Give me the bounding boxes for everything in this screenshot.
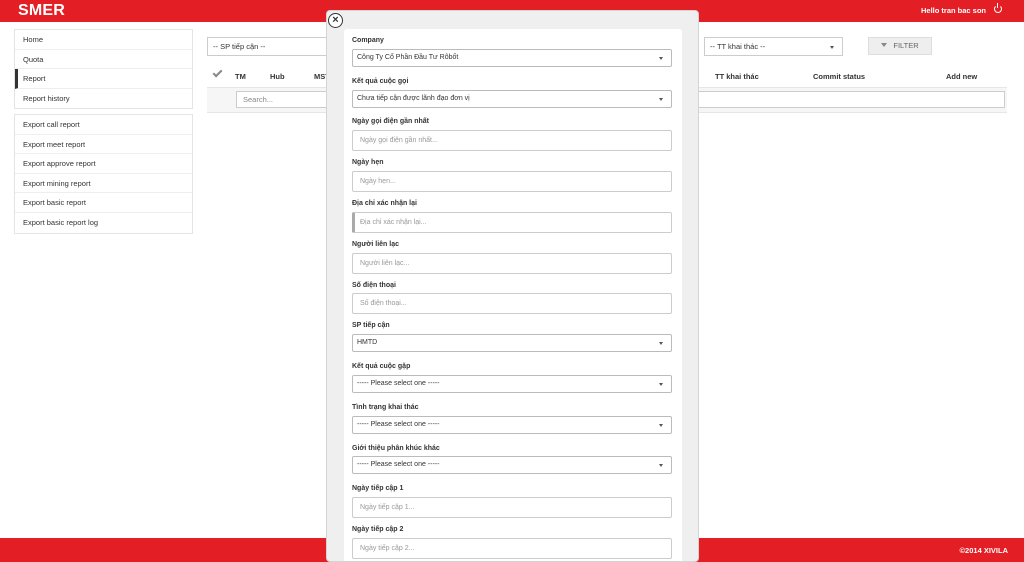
funnel-icon xyxy=(881,43,888,47)
nguoi-lien-lac-label: Người liên lạc xyxy=(352,241,400,248)
sidebar-item-export-basic-report-log[interactable]: Export basic report log xyxy=(15,213,192,233)
column-header-tt-khai-thac[interactable]: TT khai thác xyxy=(715,72,759,81)
ket-qua-cuoc-goi-label: Kết quả cuộc gọi xyxy=(352,78,409,85)
sidebar-item-quota[interactable]: Quota xyxy=(15,50,192,70)
ket-qua-cuoc-goi-value: Chưa tiếp cận được lãnh đạo đơn vị xyxy=(357,95,470,102)
sp-tiep-can-modal-select[interactable]: HMTD xyxy=(352,334,672,352)
so-dien-thoai-field[interactable]: Số điện thoại... xyxy=(352,293,672,314)
app-logo[interactable]: SMER xyxy=(18,2,65,20)
gioi-thieu-phan-khuc-select[interactable]: ----- Please select one ----- xyxy=(352,456,672,474)
chevron-down-icon xyxy=(830,46,834,49)
column-header-tm[interactable]: TM xyxy=(235,72,246,81)
gioi-thieu-phan-khuc-label: Giới thiệu phân khúc khác xyxy=(352,445,440,452)
ket-qua-cuoc-gap-select[interactable]: ----- Please select one ----- xyxy=(352,375,672,393)
filter-button[interactable]: FILTER xyxy=(868,37,932,55)
ngay-hen-label: Ngày hẹn xyxy=(352,159,384,166)
column-header-add-new[interactable]: Add new xyxy=(946,72,977,81)
tt-khai-thac-select[interactable]: -- TT khai thác -- xyxy=(704,37,843,56)
dia-chi-xac-nhan-field[interactable]: Địa chỉ xác nhận lại... xyxy=(352,212,672,233)
ngay-hen-field[interactable]: Ngày hẹn... xyxy=(352,171,672,192)
sidebar-item-report[interactable]: Report xyxy=(15,69,192,89)
sidebar-item-export-basic-report[interactable]: Export basic report xyxy=(15,193,192,213)
sidebar-item-export-meet-report[interactable]: Export meet report xyxy=(15,135,192,155)
sidebar-item-home[interactable]: Home xyxy=(15,30,192,50)
user-greeting[interactable]: Hello tran bac son xyxy=(921,6,986,15)
sidebar-exports: Export call report Export meet report Ex… xyxy=(14,114,193,234)
tinh-trang-khai-thac-select[interactable]: ----- Please select one ----- xyxy=(352,416,672,434)
sidebar-item-export-call-report[interactable]: Export call report xyxy=(15,115,192,135)
sp-tiep-can-value: -- SP tiếp cận -- xyxy=(213,42,266,51)
sp-tiep-can-modal-value: HMTD xyxy=(357,339,378,346)
power-icon[interactable] xyxy=(994,3,1002,13)
tinh-trang-khai-thac-label: Tình trạng khai thác xyxy=(352,404,419,411)
ket-qua-cuoc-goi-select[interactable]: Chưa tiếp cận được lãnh đạo đơn vị xyxy=(352,90,672,108)
chevron-down-icon xyxy=(659,383,663,386)
tinh-trang-khai-thac-value: ----- Please select one ----- xyxy=(357,421,440,428)
chevron-down-icon xyxy=(659,57,663,60)
ket-qua-cuoc-gap-value: ----- Please select one ----- xyxy=(357,380,440,387)
column-header-hub[interactable]: Hub xyxy=(270,72,285,81)
ngay-tiep-cap-2-label: Ngày tiếp cập 2 xyxy=(352,526,404,533)
so-dien-thoai-label: Số điện thoại xyxy=(352,282,396,289)
ket-qua-cuoc-gap-label: Kết quả cuộc gặp xyxy=(352,363,411,370)
sp-tiep-can-select[interactable]: -- SP tiếp cận -- xyxy=(207,37,331,56)
chevron-down-icon xyxy=(659,424,663,427)
ngay-tiep-cap-1-label: Ngày tiếp cập 1 xyxy=(352,485,404,492)
filter-button-label: FILTER xyxy=(893,41,919,50)
search-input-right[interactable] xyxy=(698,91,1005,108)
ngay-tiep-cap-2-field[interactable]: Ngày tiếp cập 2... xyxy=(352,538,672,559)
sidebar-nav: Home Quota Report Report history xyxy=(14,29,193,110)
company-label: Company xyxy=(352,37,384,44)
ngay-goi-dien-label: Ngày gọi điện gần nhất xyxy=(352,118,430,125)
company-value: Công Ty Cổ Phần Đầu Tư Rôbốt xyxy=(357,54,459,61)
company-select[interactable]: Công Ty Cổ Phần Đầu Tư Rôbốt xyxy=(352,49,672,67)
dia-chi-xac-nhan-label: Địa chỉ xác nhận lại xyxy=(352,200,417,207)
chevron-down-icon xyxy=(659,98,663,101)
nguoi-lien-lac-field[interactable]: Người liên lạc... xyxy=(352,253,672,274)
tt-khai-thac-value: -- TT khai thác -- xyxy=(710,42,766,51)
chevron-down-icon xyxy=(659,464,663,467)
sidebar-item-export-approve-report[interactable]: Export approve report xyxy=(15,154,192,174)
sp-tiep-can-label: SP tiếp cận xyxy=(352,322,390,329)
ngay-tiep-cap-1-field[interactable]: Ngày tiếp cập 1... xyxy=(352,497,672,518)
sidebar-item-report-history[interactable]: Report history xyxy=(15,89,192,109)
check-icon[interactable] xyxy=(212,67,223,78)
copyright-text: ©2014 XIVILA xyxy=(959,546,1008,555)
column-header-commit-status[interactable]: Commit status xyxy=(813,72,865,81)
gioi-thieu-phan-khuc-value: ----- Please select one ----- xyxy=(357,461,440,468)
ngay-goi-dien-field[interactable]: Ngày gọi điện gần nhất... xyxy=(352,130,672,151)
close-icon[interactable]: × xyxy=(328,13,343,28)
search-input[interactable]: Search... xyxy=(236,91,328,108)
chevron-down-icon xyxy=(659,342,663,345)
sidebar-item-export-mining-report[interactable]: Export mining report xyxy=(15,174,192,194)
